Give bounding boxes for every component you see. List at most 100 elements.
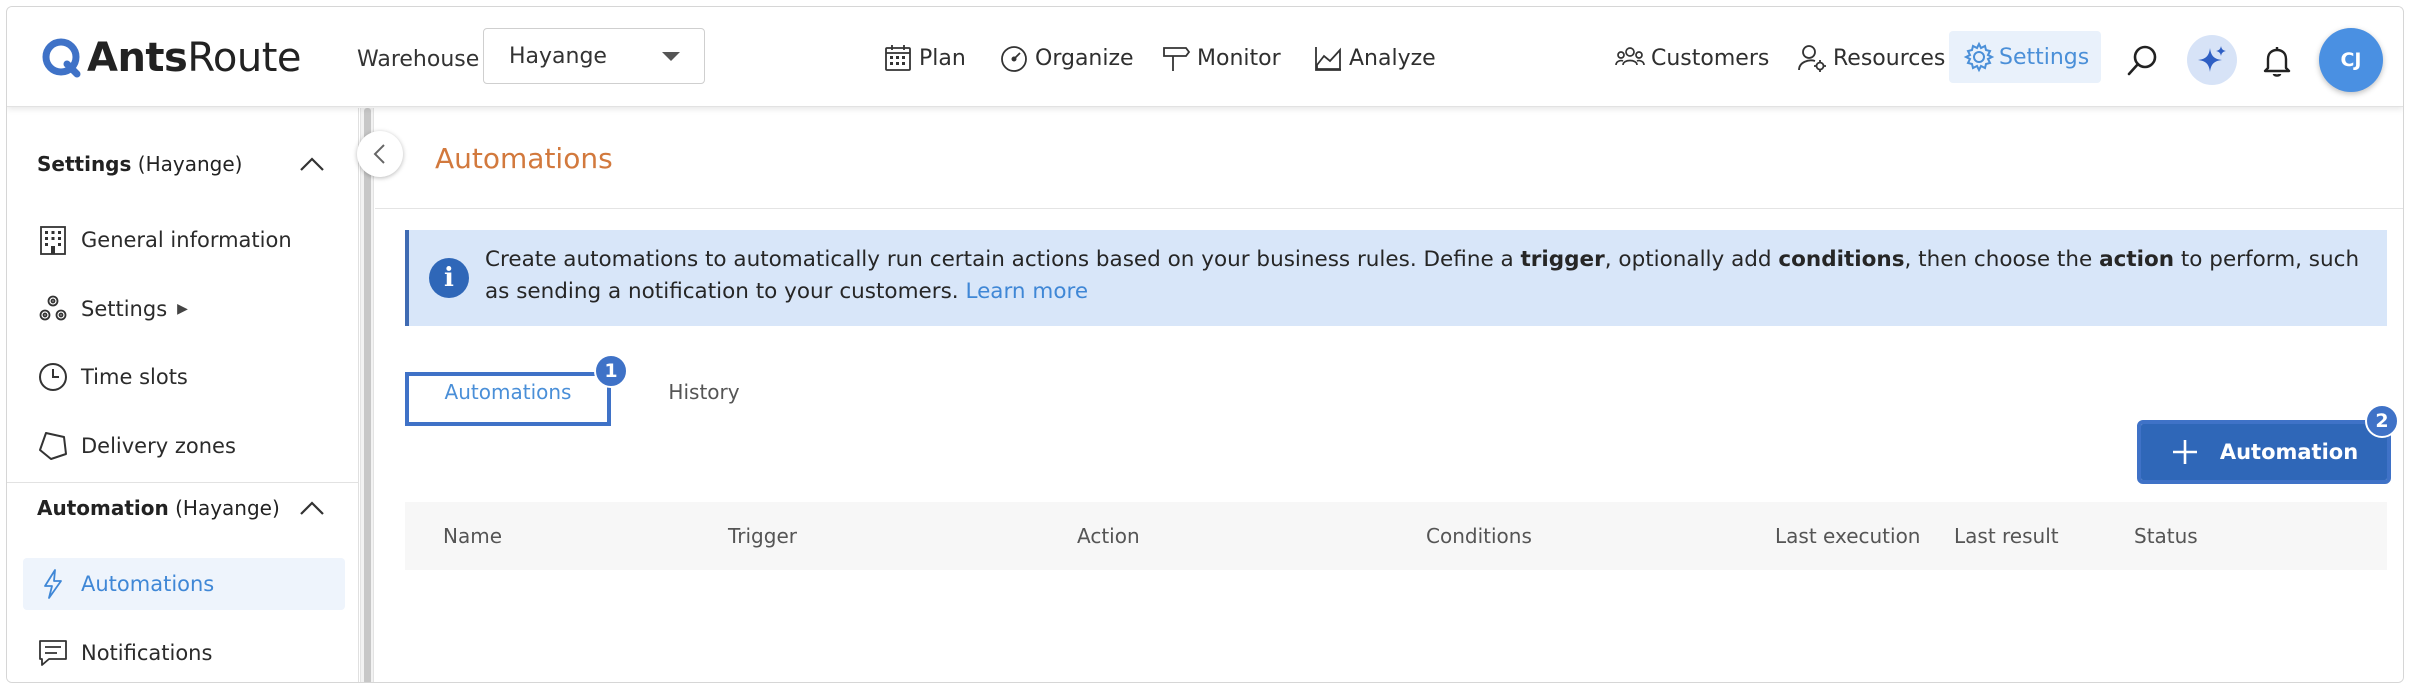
tab-history-label: History bbox=[668, 380, 740, 404]
sidebar-section-automation-context: (Hayange) bbox=[168, 496, 280, 520]
sidebar-item-label: General information bbox=[81, 228, 292, 252]
nav-customers[interactable]: Customers bbox=[1615, 41, 1769, 75]
sidebar-item-automations[interactable]: Automations bbox=[23, 558, 345, 610]
antsroute-logo[interactable]: AntsRoute bbox=[41, 33, 301, 83]
customers-icon bbox=[1615, 47, 1645, 66]
message-icon bbox=[39, 640, 67, 666]
nav-plan[interactable]: Plan bbox=[883, 41, 966, 75]
chart-area-icon bbox=[1315, 47, 1341, 71]
sidebar-scrollbar-thumb[interactable] bbox=[364, 108, 371, 682]
caret-right-icon: ▶ bbox=[177, 301, 188, 317]
plus-icon bbox=[2172, 440, 2197, 464]
sparkle-icon bbox=[2198, 46, 2226, 72]
sidebar-item-label: Automations bbox=[81, 572, 215, 596]
add-automation-label: Automation bbox=[2219, 440, 2359, 464]
nav-monitor-label: Monitor bbox=[1197, 45, 1281, 71]
nav-organize[interactable]: Organize bbox=[999, 41, 1134, 75]
app-window: AntsRoute Warehouse Hayange Plan Organiz… bbox=[6, 6, 2404, 683]
logo-text: AntsRoute bbox=[87, 35, 301, 81]
top-navigation-bar: AntsRoute Warehouse Hayange Plan Organiz… bbox=[7, 7, 2403, 107]
sidebar-item-time-slots[interactable]: Time slots bbox=[23, 351, 345, 403]
sidebar-item-delivery-zones[interactable]: Delivery zones bbox=[23, 420, 345, 472]
sidebar-section-settings-context: (Hayange) bbox=[131, 152, 243, 176]
gear-icon bbox=[1963, 41, 1995, 73]
info-text-action: action bbox=[2099, 247, 2175, 272]
lightning-icon bbox=[44, 569, 62, 599]
clock-icon bbox=[39, 363, 67, 391]
warehouse-select[interactable]: Hayange bbox=[483, 28, 705, 84]
automations-table-header: Name Trigger Action Conditions Last exec… bbox=[405, 502, 2387, 570]
sidebar-item-general-information[interactable]: General information bbox=[23, 214, 345, 266]
tab-automations-label: Automations bbox=[444, 380, 572, 404]
search-icon bbox=[2127, 45, 2157, 76]
column-header-name[interactable]: Name bbox=[443, 524, 502, 548]
sidebar-item-label: Delivery zones bbox=[81, 434, 236, 458]
user-gear-icon bbox=[1798, 45, 1826, 72]
building-icon bbox=[40, 226, 66, 255]
main-content: Automations i Create automations to auto… bbox=[375, 108, 2403, 682]
logo-mark-icon bbox=[42, 38, 81, 78]
sidebar-section-settings-title: Settings bbox=[37, 152, 132, 176]
info-icon: i bbox=[429, 258, 469, 298]
chevron-up-icon[interactable] bbox=[299, 500, 325, 516]
step-badge-2: 2 bbox=[2365, 404, 2399, 438]
sidebar-item-notifications[interactable]: Notifications bbox=[23, 627, 345, 679]
notifications-button[interactable] bbox=[2257, 41, 2297, 81]
sidebar-scrollbar[interactable] bbox=[360, 108, 374, 682]
column-header-trigger[interactable]: Trigger bbox=[728, 524, 797, 548]
info-text-trigger: trigger bbox=[1520, 247, 1605, 272]
signpost-icon bbox=[1163, 47, 1191, 71]
collapse-sidebar-button[interactable] bbox=[357, 131, 403, 177]
sidebar-item-settings[interactable]: Settings ▶ bbox=[23, 283, 345, 335]
tab-automations[interactable]: Automations bbox=[405, 372, 611, 426]
sidebar-section-automation[interactable]: Automation (Hayange) bbox=[37, 496, 280, 520]
sidebar-item-label: Time slots bbox=[81, 365, 188, 389]
cogs-icon bbox=[39, 295, 67, 321]
chevron-left-icon bbox=[373, 144, 385, 164]
column-header-status[interactable]: Status bbox=[2134, 524, 2198, 548]
warehouse-select-value: Hayange bbox=[509, 43, 607, 69]
title-divider bbox=[375, 208, 2403, 209]
nav-organize-label: Organize bbox=[1035, 45, 1134, 71]
user-avatar[interactable]: CJ bbox=[2319, 28, 2383, 92]
nav-analyze-label: Analyze bbox=[1349, 45, 1436, 71]
info-text-part: , optionally add bbox=[1604, 247, 1779, 272]
sidebar-divider bbox=[7, 482, 359, 483]
info-text-part: Create automations to automatically run … bbox=[485, 247, 1521, 272]
chevron-up-icon[interactable] bbox=[299, 156, 325, 172]
speedometer-icon bbox=[1001, 46, 1027, 72]
page-title: Automations bbox=[435, 142, 613, 175]
nav-settings-label: Settings bbox=[1999, 44, 2090, 70]
step-badge-1: 1 bbox=[594, 354, 628, 388]
search-button[interactable] bbox=[2123, 41, 2163, 81]
info-text-conditions: conditions bbox=[1778, 247, 1905, 272]
bell-icon bbox=[2263, 47, 2291, 77]
info-banner-text: Create automations to automatically run … bbox=[485, 244, 2365, 308]
polygon-icon bbox=[39, 432, 67, 460]
sidebar-item-label: Notifications bbox=[81, 641, 213, 665]
info-banner: i Create automations to automatically ru… bbox=[405, 230, 2387, 326]
nav-resources[interactable]: Resources bbox=[1797, 41, 1945, 75]
caret-down-icon bbox=[662, 52, 680, 61]
sidebar-section-automation-title: Automation bbox=[37, 496, 169, 520]
nav-customers-label: Customers bbox=[1651, 45, 1770, 71]
column-header-conditions[interactable]: Conditions bbox=[1426, 524, 1532, 548]
nav-analyze[interactable]: Analyze bbox=[1313, 41, 1436, 75]
add-automation-button[interactable]: Automation bbox=[2137, 420, 2391, 484]
settings-sidebar: Settings (Hayange) General information S… bbox=[7, 108, 359, 682]
column-header-last-result[interactable]: Last result bbox=[1954, 524, 2059, 548]
sidebar-section-settings[interactable]: Settings (Hayange) bbox=[37, 152, 242, 176]
warehouse-label: Warehouse bbox=[357, 47, 480, 72]
nav-plan-label: Plan bbox=[919, 45, 966, 71]
nav-settings[interactable]: Settings bbox=[1949, 31, 2101, 83]
calendar-icon bbox=[885, 45, 911, 71]
tab-history[interactable]: History bbox=[639, 372, 769, 426]
sidebar-item-label: Settings bbox=[81, 297, 168, 321]
nav-resources-label: Resources bbox=[1833, 45, 1946, 71]
info-text-part: , then choose the bbox=[1904, 247, 2100, 272]
learn-more-link[interactable]: Learn more bbox=[965, 279, 1088, 304]
ai-assistant-button[interactable] bbox=[2187, 35, 2237, 85]
column-header-action[interactable]: Action bbox=[1077, 524, 1140, 548]
nav-monitor[interactable]: Monitor bbox=[1161, 41, 1281, 75]
column-header-last-execution[interactable]: Last execution bbox=[1775, 524, 1920, 548]
